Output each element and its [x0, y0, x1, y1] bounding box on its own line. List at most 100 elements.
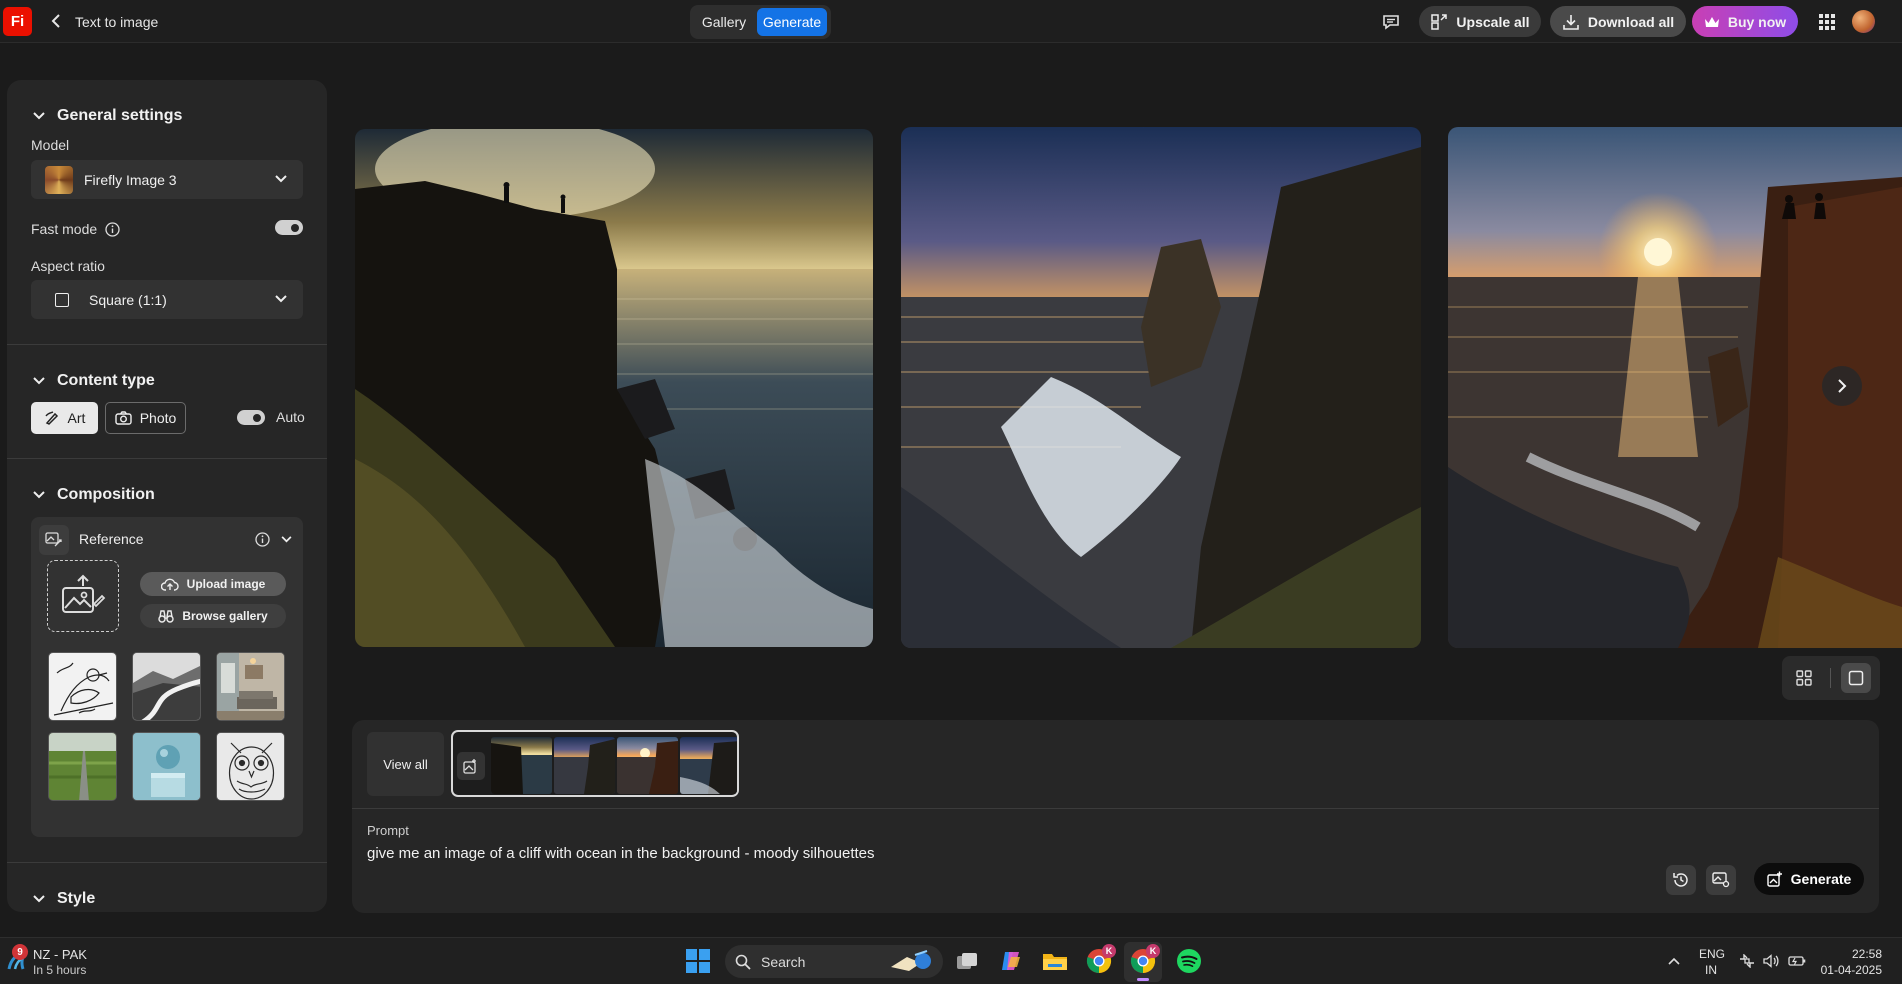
user-avatar[interactable]: [1852, 10, 1875, 33]
content-type-photo-button[interactable]: Photo: [105, 402, 186, 434]
upload-image-button[interactable]: Upload image: [140, 572, 286, 596]
reference-thumbnail-sphere[interactable]: [132, 732, 201, 801]
general-settings-title: General settings: [57, 107, 183, 124]
page-title: Text to image: [75, 14, 159, 30]
fast-mode-label: Fast mode: [31, 221, 98, 237]
browse-gallery-button[interactable]: Browse gallery: [140, 604, 286, 628]
prompt-divider: [352, 808, 1879, 809]
history-thumb-4[interactable]: [680, 737, 737, 794]
history-icon: [1673, 873, 1688, 887]
prompt-input[interactable]: give me an image of a cliff with ocean i…: [367, 845, 875, 862]
binoculars-icon: [158, 610, 175, 623]
model-dropdown[interactable]: Firefly Image 3: [31, 160, 303, 199]
history-thumb-1[interactable]: [491, 737, 552, 794]
auto-label: Auto: [276, 409, 305, 425]
feedback-icon[interactable]: [1378, 10, 1404, 34]
prompt-label: Prompt: [367, 823, 409, 838]
task-view-icon[interactable]: [954, 948, 980, 974]
reference-label: Reference: [79, 531, 144, 547]
chrome-profile-badge: K: [1146, 944, 1160, 958]
single-view-icon[interactable]: [1841, 663, 1871, 693]
composition-header[interactable]: Composition: [33, 486, 155, 504]
chrome-profile-badge: K: [1102, 944, 1116, 958]
copilot-icon[interactable]: [997, 947, 1025, 975]
language-line2[interactable]: IN: [1699, 963, 1723, 977]
generated-image-1[interactable]: [355, 129, 873, 647]
upscale-icon: [1431, 13, 1448, 30]
grid-view-icon[interactable]: [1792, 666, 1816, 690]
search-highlight-icon: [887, 949, 935, 973]
history-image-icon: [457, 752, 485, 780]
taskbar-search[interactable]: Search: [725, 945, 943, 978]
browse-gallery-label: Browse gallery: [182, 609, 268, 623]
view-mode-toggle: [1782, 656, 1880, 700]
model-label: Model: [31, 137, 70, 153]
prompt-suggestion-button[interactable]: [1706, 865, 1736, 895]
image-settings-icon: [1712, 872, 1730, 888]
upload-image-label: Upload image: [186, 577, 266, 591]
tab-generate[interactable]: Generate: [757, 8, 827, 36]
generate-button[interactable]: Generate: [1754, 863, 1864, 895]
composition-title: Composition: [57, 486, 155, 503]
volume-icon[interactable]: [1762, 952, 1780, 970]
content-type-title: Content type: [57, 372, 155, 389]
crown-icon: [1704, 16, 1719, 27]
reference-thumbnail-green-road[interactable]: [48, 732, 117, 801]
top-bar: Fi Text to image Gallery Generate Upscal…: [0, 0, 1902, 43]
fast-mode-toggle[interactable]: [275, 220, 303, 235]
windows-taskbar: 9 NZ - PAK In 5 hours Search K K ENG IN: [0, 937, 1902, 984]
next-arrow-button[interactable]: [1822, 366, 1862, 406]
general-settings-header[interactable]: General settings: [33, 107, 182, 125]
reference-card: Reference Upload image Browse gallery: [31, 517, 303, 837]
windows-start-icon[interactable]: [684, 947, 712, 975]
spotify-icon[interactable]: [1175, 947, 1203, 975]
auto-toggle[interactable]: [237, 410, 265, 425]
generate-icon: [1766, 871, 1782, 887]
aspect-ratio-dropdown[interactable]: Square (1:1): [31, 280, 303, 319]
language-line1[interactable]: ENG: [1699, 947, 1725, 961]
download-all-button[interactable]: Download all: [1550, 6, 1686, 37]
reference-thumbnail-room[interactable]: [216, 652, 285, 721]
firefly-logo[interactable]: Fi: [3, 7, 32, 36]
history-thumb-3[interactable]: [617, 737, 678, 794]
clock-date[interactable]: 01-04-2025: [1816, 963, 1882, 977]
upscale-all-button[interactable]: Upscale all: [1419, 6, 1541, 37]
tray-chevron-up-icon[interactable]: [1664, 950, 1684, 972]
weather-title: NZ - PAK: [33, 947, 87, 962]
file-explorer-icon[interactable]: [1041, 947, 1069, 975]
battery-icon[interactable]: [1787, 952, 1807, 970]
info-icon[interactable]: [255, 532, 270, 547]
active-indicator: [1137, 978, 1149, 981]
generated-image-2[interactable]: [901, 127, 1421, 648]
chevron-down-icon: [275, 175, 287, 183]
chevron-down-icon: [33, 112, 45, 120]
tab-gallery[interactable]: Gallery: [694, 8, 754, 36]
app-grid-icon[interactable]: [1816, 11, 1838, 33]
reference-thumbnail-bird[interactable]: [48, 652, 117, 721]
square-icon: [55, 292, 69, 307]
buy-now-button[interactable]: Buy now: [1692, 6, 1798, 37]
cloud-upload-icon: [160, 578, 179, 591]
chevron-down-icon[interactable]: [281, 536, 292, 543]
style-title: Style: [57, 890, 96, 907]
fast-mode-row: Fast mode: [31, 221, 120, 237]
reference-thumbnail-road[interactable]: [132, 652, 201, 721]
divider: [7, 862, 327, 863]
content-type-header[interactable]: Content type: [33, 372, 155, 390]
history-strip[interactable]: [451, 730, 739, 797]
chevron-right-icon: [1838, 379, 1847, 393]
network-icon[interactable]: [1738, 952, 1756, 970]
prompt-history-button[interactable]: [1666, 865, 1696, 895]
history-thumb-2[interactable]: [554, 737, 615, 794]
reference-icon: [39, 525, 69, 555]
style-header[interactable]: Style: [33, 890, 95, 908]
upscale-all-label: Upscale all: [1456, 13, 1530, 30]
upload-dropzone[interactable]: [47, 560, 119, 632]
clock-time[interactable]: 22:58: [1820, 947, 1882, 961]
toggle-divider: [1830, 668, 1831, 688]
content-type-art-button[interactable]: Art: [31, 402, 98, 434]
info-icon[interactable]: [105, 221, 120, 237]
reference-thumbnail-owl[interactable]: [216, 732, 285, 801]
view-all-button[interactable]: View all: [367, 732, 444, 796]
back-chevron-icon[interactable]: [46, 10, 66, 32]
